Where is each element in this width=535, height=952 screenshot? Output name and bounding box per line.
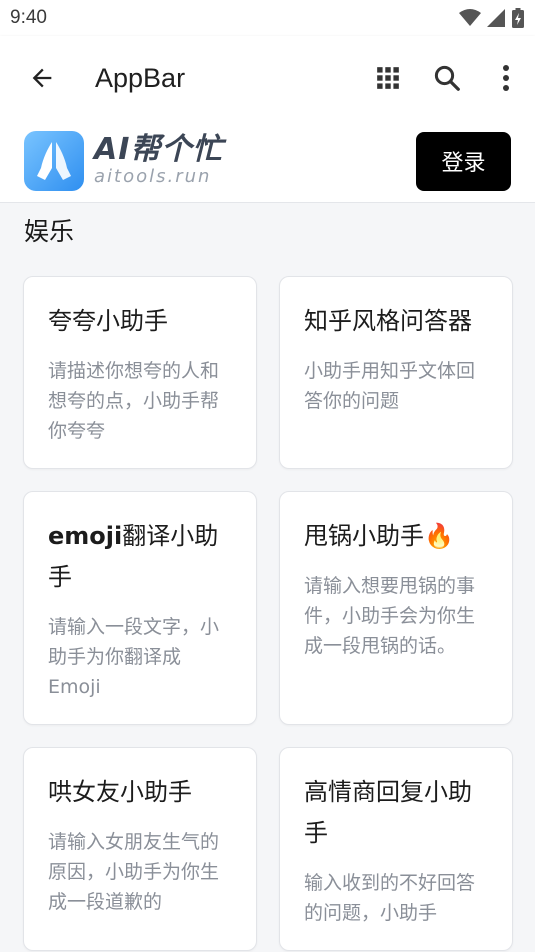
tool-card-grid: 夸夸小助手 请描述你想夸的人和想夸的点，小助手帮你夸夸 知乎风格问答器 小助手用… [23,276,513,951]
login-button[interactable]: 登录 [416,131,511,191]
card-title: 哄女友小助手 [48,778,192,806]
brand-name: AI帮个忙 [94,132,224,167]
status-bar: 9:40 [0,0,535,36]
card-title: emoji翻译小助手 [48,516,232,598]
card-description: 输入收到的不好回答的问题，小助手 [304,872,476,924]
status-time: 9:40 [10,7,47,28]
logo-text: AI帮个忙 aitools.run [94,134,223,188]
card-description: 小助手用知乎文体回答你的问题 [304,360,476,412]
card-title: 夸夸小助手 [48,307,168,335]
cell-signal-icon [487,9,505,27]
grid-icon [376,67,399,89]
card-title: 高情商回复小助手 [304,778,472,847]
app-bar: AppBar [0,36,535,120]
section-title: 娱乐 [24,217,75,246]
tool-card[interactable]: 知乎风格问答器 小助手用知乎文体回答你的问题 [279,276,513,469]
wifi-icon [459,9,481,26]
search-icon [434,65,460,91]
more-button[interactable] [476,36,535,120]
page-title: AppBar [95,62,186,93]
arrow-left-icon [32,68,52,88]
card-description: 请描述你想夸的人和想夸的点，小助手帮你夸夸 [48,360,220,442]
tool-card[interactable]: 哄女友小助手 请输入女朋友生气的原因，小助手为你生成一段道歉的 [23,747,257,951]
app-bar-actions [358,36,535,120]
more-vert-icon [502,65,509,91]
tool-card[interactable]: 夸夸小助手 请描述你想夸的人和想夸的点，小助手帮你夸夸 [23,276,257,469]
brand-domain: aitools.run [94,166,212,187]
tool-card[interactable]: 甩锅小助手🔥 请输入想要甩锅的事件，小助手会为你生成一段甩锅的话。 [279,491,513,725]
card-title: 知乎风格问答器 [304,307,472,335]
card-description: 请输入女朋友生气的原因，小助手为你生成一段道歉的 [48,831,220,913]
tool-card[interactable]: emoji翻译小助手 请输入一段文字，小助手为你翻译成Emoji [23,491,257,725]
back-button[interactable] [0,36,84,120]
card-description: 请输入一段文字，小助手为你翻译成Emoji [48,616,220,698]
card-description: 请输入想要甩锅的事件，小助手会为你生成一段甩锅的话。 [304,575,476,657]
search-button[interactable] [417,36,476,120]
praying-hands-icon [37,142,71,180]
site-header: AI帮个忙 aitools.run 登录 [0,120,535,203]
card-title: 甩锅小助手🔥 [304,522,454,550]
apps-button[interactable] [358,36,417,120]
card-title-bold: emoji [48,522,123,550]
tool-card[interactable]: 高情商回复小助手 输入收到的不好回答的问题，小助手 [279,747,513,951]
logo[interactable] [24,131,84,191]
battery-icon [512,8,524,28]
status-icons [459,7,525,29]
